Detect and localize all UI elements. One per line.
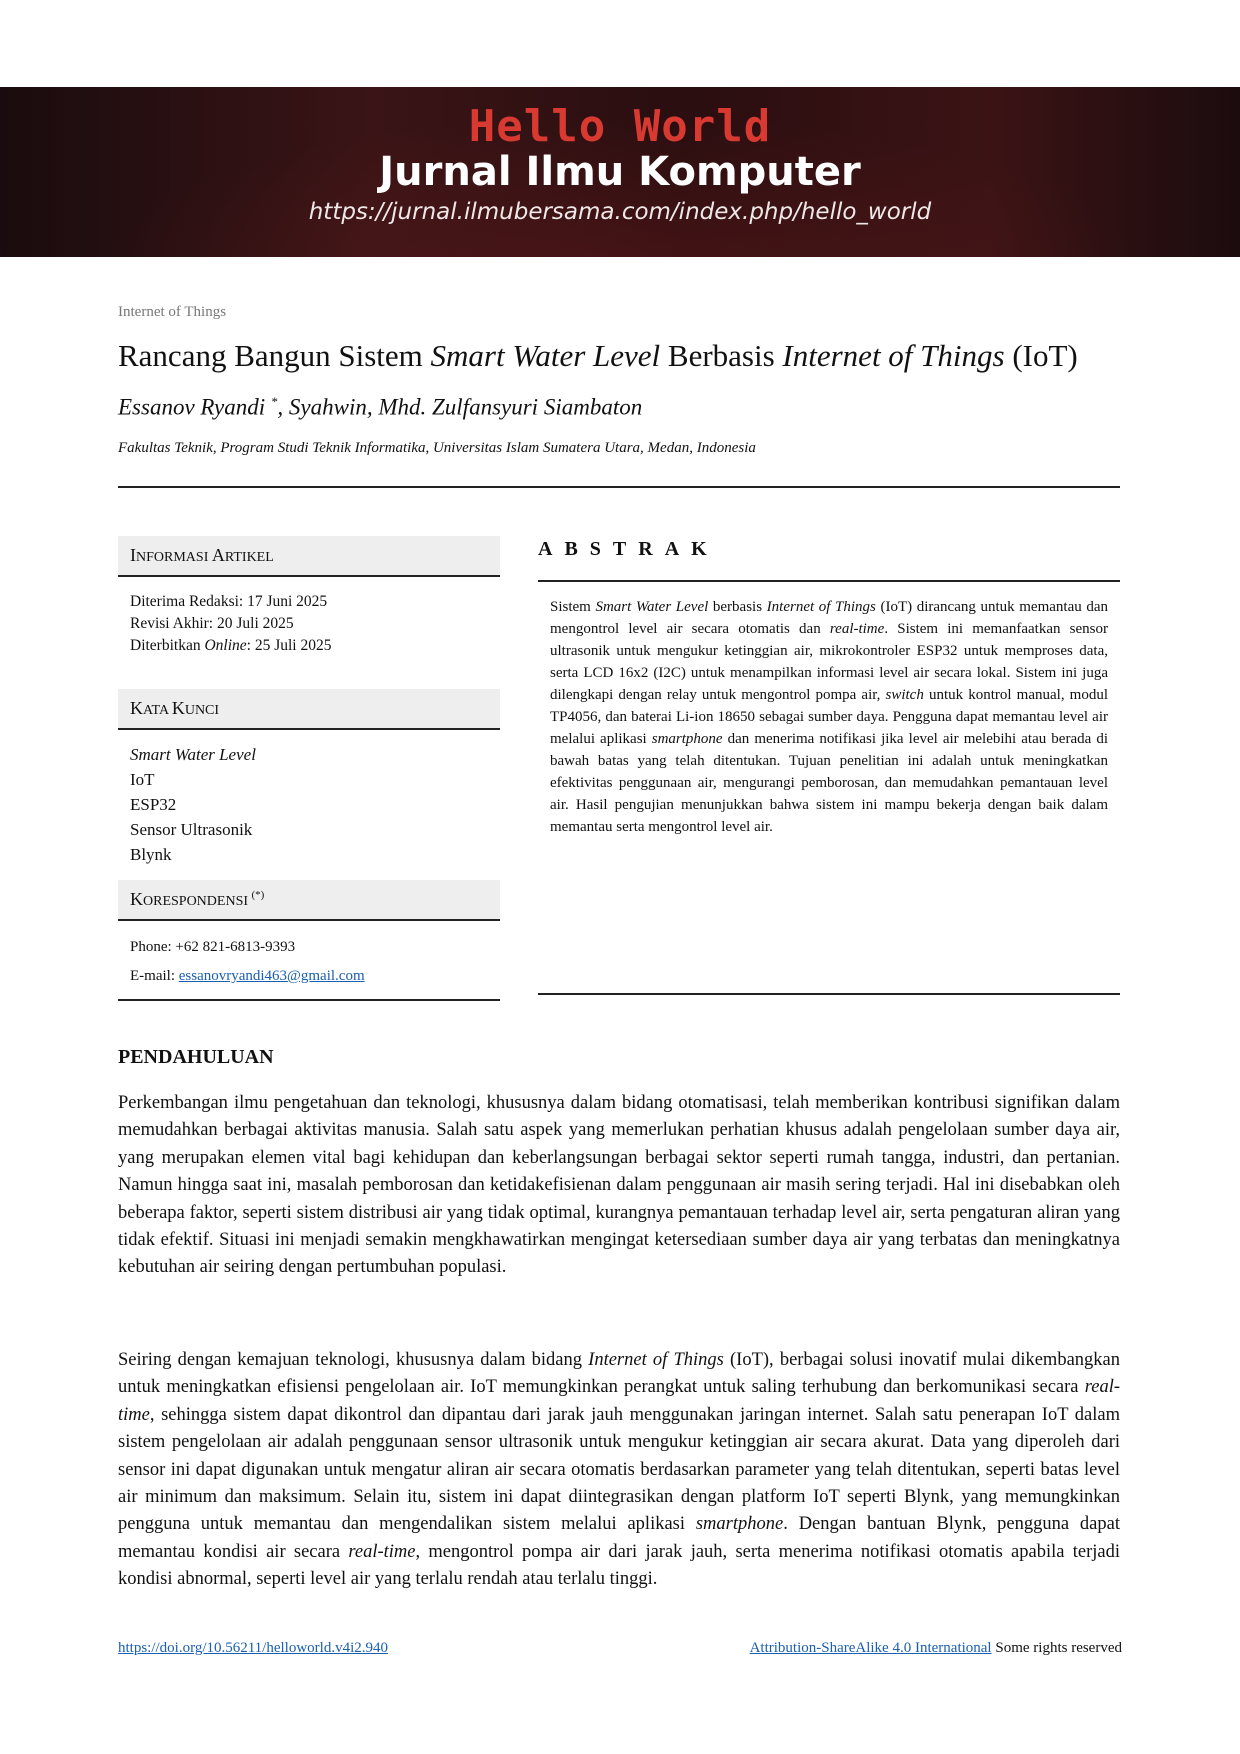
heading-smallcaps: ORESPONDENSI (143, 894, 252, 909)
correspondence-body: Phone: +62 821-6813-9393 E-mail: essanov… (118, 921, 500, 999)
article-info-column: INFORMASI ARTIKEL Diterima Redaksi: 17 J… (118, 536, 500, 1001)
article-category: Internet of Things (118, 304, 227, 320)
title-part: Rancang Bangun Sistem (118, 338, 431, 373)
received-date: Diterima Redaksi: 17 Juni 2025 (130, 593, 328, 610)
email-link[interactable]: essanovryandi463@gmail.com (179, 968, 365, 984)
keywords-heading: KATA KUNCI (118, 689, 500, 730)
abstract-part: Smart Water Level (595, 599, 709, 615)
info-heading: INFORMASI ARTIKEL (118, 536, 500, 577)
journal-banner: Hello World Jurnal Ilmu Komputer https:/… (0, 87, 1240, 257)
published-online: Online (204, 637, 247, 654)
header-divider (118, 486, 1120, 488)
paragraph-part: real-time (348, 1541, 416, 1562)
heading-smallcaps: NFORMASI (136, 550, 212, 565)
body-paragraph-2: Seiring dengan kemajuan teknologi, khusu… (118, 1347, 1120, 1594)
abstract-part: smartphone (651, 731, 723, 747)
title-part: Smart Water Level (430, 338, 661, 373)
heading-letter: K (130, 698, 143, 718)
phone-number: Phone: +62 821-6813-9393 (130, 939, 296, 955)
keyword-item: Blynk (130, 845, 172, 864)
info-body: Diterima Redaksi: 17 Juni 2025 Revisi Ak… (118, 577, 500, 689)
license-link[interactable]: Attribution-ShareAlike 4.0 International (750, 1640, 992, 1656)
footer-license: Attribution-ShareAlike 4.0 International… (750, 1640, 1122, 1657)
keyword-item: ESP32 (130, 795, 177, 814)
author-main: Essanov Ryandi (118, 394, 271, 420)
heading-smallcaps: UNCI (184, 703, 220, 718)
revised-date: Revisi Akhir: 20 Juli 2025 (130, 615, 294, 632)
footer-doi: https://doi.org/10.56211/helloworld.v4i2… (118, 1640, 388, 1657)
doi-link[interactable]: https://doi.org/10.56211/helloworld.v4i2… (118, 1640, 388, 1656)
published-label: Diterbitkan (130, 637, 205, 654)
keyword-item: Sensor Ultrasonik (130, 820, 253, 839)
keywords-list: Smart Water Level IoT ESP32 Sensor Ultra… (118, 730, 500, 880)
keyword-item: Smart Water Level (130, 742, 488, 767)
heading-sup: (*) (251, 889, 265, 901)
title-part: Berbasis (660, 338, 783, 373)
heading-smallcaps: ATA (143, 703, 172, 718)
keyword-item: IoT (130, 770, 155, 789)
affiliation: Fakultas Teknik, Program Studi Teknik In… (118, 440, 756, 456)
heading-smallcaps: RTIKEL (224, 550, 274, 565)
heading-letter: K (171, 698, 185, 718)
abstract-part: Internet of Things (766, 599, 876, 615)
published-date: Diterbitkan Online: 25 Juli 2025 (130, 635, 488, 657)
published-value: : 25 Juli 2025 (246, 637, 332, 654)
abstract-part: switch (885, 687, 924, 703)
heading-letter: A (211, 545, 225, 565)
rights-text: Some rights reserved (991, 1640, 1122, 1656)
journal-name: Hello World (468, 101, 772, 152)
journal-url: https://jurnal.ilmubersama.com/index.php… (308, 199, 932, 225)
paragraph-part: Seiring dengan kemajuan teknologi, khusu… (118, 1350, 589, 1370)
heading-letter: K (130, 889, 143, 909)
article-title: Rancang Bangun Sistem Smart Water Level … (118, 338, 1078, 374)
abstract-column: ABSTRAK Sistem Smart Water Level berbasi… (538, 536, 1120, 995)
abstract-part: real-time (829, 621, 885, 637)
body-paragraph-1: Perkembangan ilmu pengetahuan dan teknol… (118, 1093, 1120, 1278)
paragraph-part: smartphone (695, 1514, 784, 1535)
abstract-part: Sistem (550, 599, 596, 615)
abstract-bottom-rule (538, 993, 1120, 995)
journal-subtitle: Jurnal Ilmu Komputer (379, 149, 861, 195)
email-label: E-mail: (130, 968, 179, 984)
abstract-text: Sistem Smart Water Level berbasis Intern… (538, 582, 1120, 993)
paragraph-part: Internet of Things (588, 1350, 724, 1370)
abstract-heading: ABSTRAK (538, 538, 719, 560)
title-part: (IoT) (1004, 338, 1078, 373)
abstract-part: berbasis (708, 599, 767, 615)
info-column-bottom-rule (118, 999, 500, 1001)
keyword-text: Smart Water Level (130, 745, 256, 764)
title-part: Internet of Things (782, 338, 1005, 373)
email-line: E-mail: essanovryandi463@gmail.com (130, 962, 488, 991)
section-title: PENDAHULUAN (118, 1046, 274, 1068)
author-rest: , Syahwin, Mhd. Zulfansyuri Siambaton (277, 394, 643, 420)
correspondence-heading: KORESPONDENSI (*) (118, 880, 500, 921)
article-authors: Essanov Ryandi *, Syahwin, Mhd. Zulfansy… (118, 394, 642, 421)
